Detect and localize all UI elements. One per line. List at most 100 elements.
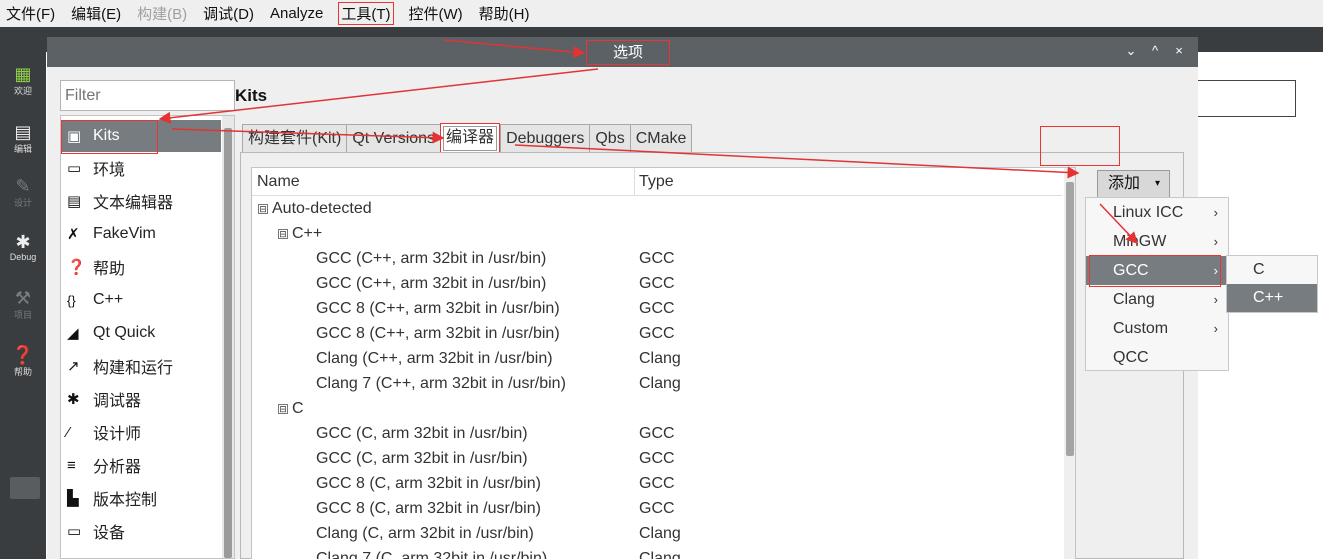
close-icon[interactable]: × (1171, 43, 1187, 58)
row-type: GCC (639, 500, 675, 517)
category-environment[interactable]: ▭ 环境 (61, 152, 221, 184)
category-debugger[interactable]: ✱ 调试器 (61, 383, 221, 415)
tree-scrollbar[interactable] (1064, 168, 1075, 559)
table-row[interactable]: ⊟ C (252, 398, 1062, 423)
mode-design[interactable]: ✎ 设计 (0, 176, 46, 209)
row-type: GCC (639, 325, 675, 342)
tab-qt-versions[interactable]: Qt Versions (346, 124, 441, 153)
category-designer[interactable]: ⁄ 设计师 (61, 416, 221, 448)
monitor-icon[interactable] (10, 477, 40, 499)
menu-file[interactable]: 文件(F) (6, 3, 55, 24)
menu-item-linux-icc[interactable]: Linux ICC › (1086, 198, 1228, 227)
tab-cmake[interactable]: CMake (629, 124, 693, 153)
menu-item-custom[interactable]: Custom › (1086, 314, 1228, 343)
submenu-item-cpp[interactable]: C++ (1227, 284, 1317, 312)
row-name: Clang (C, arm 32bit in /usr/bin) (316, 525, 534, 543)
braces-icon: {} (67, 292, 76, 308)
dialog-title: 选项 (586, 40, 670, 65)
version-control-icon: ▙ (67, 490, 79, 507)
menu-bar: 文件(F) 编辑(E) 构建(B) 调试(D) Analyze 工具(T) 控件… (0, 0, 1323, 27)
editor-field[interactable] (1198, 80, 1296, 117)
section-title: Kits (235, 86, 268, 105)
row-name: GCC 8 (C++, arm 32bit in /usr/bin) (316, 325, 560, 343)
category-build-run[interactable]: ↗ 构建和运行 (61, 350, 221, 382)
grid-icon: ▦ (14, 64, 32, 84)
menu-item-qcc[interactable]: QCC (1086, 343, 1228, 372)
mode-projects[interactable]: ⚒ 项目 (0, 288, 46, 321)
table-row[interactable]: ⊟ C++ (252, 223, 1062, 248)
collapse-icon[interactable]: ⊟ (258, 204, 268, 214)
menu-item-mingw[interactable]: MinGW › (1086, 227, 1228, 256)
menu-build[interactable]: 构建(B) (137, 3, 187, 24)
tab-debuggers[interactable]: Debuggers (500, 124, 590, 153)
row-name-text: Clang (C, arm 32bit in /usr/bin) (316, 525, 534, 542)
menu-item-clang[interactable]: Clang › (1086, 285, 1228, 314)
table-row[interactable]: GCC 8 (C, arm 32bit in /usr/bin) GCC (252, 473, 1062, 498)
row-name-text: C++ (292, 225, 323, 242)
category-fakevim[interactable]: ✗ FakeVim (61, 218, 221, 250)
qtquick-icon: ◢ (67, 325, 79, 342)
menu-controls[interactable]: 控件(W) (409, 3, 463, 24)
row-type: GCC (639, 425, 675, 442)
menu-debug[interactable]: 调试(D) (203, 3, 254, 24)
category-help[interactable]: ❓ 帮助 (61, 251, 221, 283)
help-icon: ❓ (67, 259, 86, 276)
table-row[interactable]: GCC (C, arm 32bit in /usr/bin) GCC (252, 423, 1062, 448)
compiler-tree: Name Type ⊟ Auto-detected ⊟ C++ GCC (C++, ar… (251, 167, 1076, 559)
collapse-icon[interactable]: ⊟ (278, 229, 288, 239)
row-name: ⊟ C (278, 400, 304, 418)
row-name: GCC (C++, arm 32bit in /usr/bin) (316, 250, 546, 268)
menu-help[interactable]: 帮助(H) (479, 3, 530, 24)
mode-edit[interactable]: ▤ 编辑 (0, 122, 46, 155)
row-name-text: GCC (C, arm 32bit in /usr/bin) (316, 450, 528, 467)
category-text-editor[interactable]: ▤ 文本编辑器 (61, 185, 221, 217)
minimize-icon[interactable]: ⌄ (1123, 43, 1139, 59)
table-row[interactable]: GCC 8 (C++, arm 32bit in /usr/bin) GCC (252, 298, 1062, 323)
row-name-text: Clang (C++, arm 32bit in /usr/bin) (316, 350, 553, 367)
text-editor-icon: ▤ (67, 193, 82, 210)
tab-kits[interactable]: 构建套件(Kit) (242, 124, 347, 153)
row-name: ⊟ Auto-detected (258, 200, 372, 218)
filter-input[interactable] (60, 80, 235, 111)
menu-edit[interactable]: 编辑(E) (71, 3, 121, 24)
category-version-control[interactable]: ▙ 版本控制 (61, 482, 221, 514)
table-row[interactable]: GCC (C++, arm 32bit in /usr/bin) GCC (252, 248, 1062, 273)
menu-analyze[interactable]: Analyze (270, 5, 323, 22)
options-dialog: 选项 ⌄ ^ × ▣ Kits ▭ 环境 ▤ 文本编辑器 ✗ FakeVim ❓… (47, 37, 1198, 559)
menu-tools[interactable]: 工具(T) (338, 2, 394, 25)
category-kits[interactable]: ▣ Kits (61, 120, 221, 154)
column-name[interactable]: Name (257, 173, 300, 191)
table-row[interactable]: Clang 7 (C++, arm 32bit in /usr/bin) Clan… (252, 373, 1062, 398)
table-row[interactable]: Clang (C, arm 32bit in /usr/bin) Clang (252, 523, 1062, 548)
row-name-text: C (292, 400, 304, 417)
column-type[interactable]: Type (639, 173, 674, 191)
scroll-thumb[interactable] (224, 128, 232, 558)
submenu-item-c[interactable]: C (1227, 256, 1317, 284)
category-device[interactable]: ▭ 设备 (61, 515, 221, 547)
dialog-titlebar: 选项 ⌄ ^ × (47, 37, 1198, 67)
table-row[interactable]: Clang (C++, arm 32bit in /usr/bin) Clang (252, 348, 1062, 373)
category-analyzer[interactable]: ≡ 分析器 (61, 449, 221, 481)
table-row[interactable]: GCC 8 (C++, arm 32bit in /usr/bin) GCC (252, 323, 1062, 348)
table-row[interactable]: ⊟ Auto-detected (252, 198, 1062, 223)
tab-qbs[interactable]: Qbs (589, 124, 630, 153)
row-type: Clang (639, 350, 681, 367)
chevron-down-icon: ▾ (1154, 178, 1160, 189)
collapse-icon[interactable]: ⊟ (278, 404, 288, 414)
table-row[interactable]: GCC (C++, arm 32bit in /usr/bin) GCC (252, 273, 1062, 298)
build-run-icon: ↗ (67, 358, 80, 375)
category-scrollbar[interactable] (222, 116, 234, 558)
mode-debug[interactable]: ✱ Debug (0, 232, 46, 262)
maximize-icon[interactable]: ^ (1147, 43, 1163, 58)
mode-welcome[interactable]: ▦ 欢迎 (0, 64, 46, 97)
tab-compilers[interactable]: 编译器 (440, 123, 501, 154)
category-cpp[interactable]: {} C++ (61, 284, 221, 316)
mode-help[interactable]: ❓ 帮助 (0, 345, 46, 378)
table-row[interactable]: Clang 7 (C, arm 32bit in /usr/bin) Clang (252, 548, 1062, 559)
table-row[interactable]: GCC 8 (C, arm 32bit in /usr/bin) GCC (252, 498, 1062, 523)
category-qtquick[interactable]: ◢ Qt Quick (61, 317, 221, 349)
debugger-icon: ✱ (67, 391, 80, 408)
scroll-thumb[interactable] (1066, 182, 1074, 456)
table-row[interactable]: GCC (C, arm 32bit in /usr/bin) GCC (252, 448, 1062, 473)
add-button[interactable]: 添加 ▾ (1097, 170, 1170, 198)
